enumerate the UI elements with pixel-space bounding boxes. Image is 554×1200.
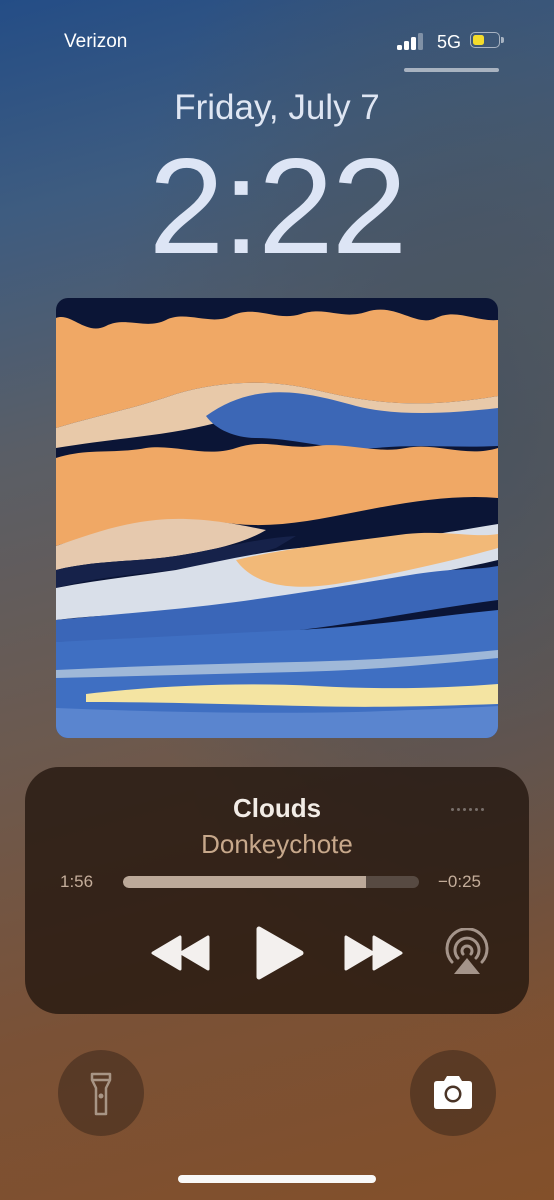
home-indicator[interactable] — [178, 1175, 376, 1183]
lock-date: Friday, July 7 — [174, 88, 380, 127]
signal-bar — [411, 37, 416, 50]
control-center-handle[interactable] — [404, 68, 499, 72]
camera-button[interactable] — [410, 1050, 496, 1136]
ellipsis-icon[interactable] — [451, 805, 487, 817]
lock-time: 2:22 — [148, 130, 408, 282]
airplay-icon[interactable] — [442, 927, 492, 978]
signal-bar — [418, 33, 423, 50]
carrier-name: Verizon — [64, 31, 128, 52]
flashlight-button[interactable] — [58, 1050, 144, 1136]
track-artist: Donkeychote — [201, 829, 353, 859]
signal-bar — [397, 45, 402, 50]
flashlight-icon — [90, 1072, 112, 1116]
signal-bar — [404, 41, 409, 50]
album-artwork[interactable] — [56, 298, 498, 738]
camera-icon — [434, 1076, 472, 1109]
battery-icon — [470, 32, 506, 50]
progress-fill — [123, 876, 366, 888]
signal-strength-icon — [397, 33, 427, 50]
network-type: 5G — [437, 32, 462, 52]
rewind-icon[interactable] — [150, 935, 212, 971]
play-icon[interactable] — [253, 925, 305, 981]
progress-scrubber[interactable] — [123, 876, 419, 888]
remaining-time: −0:25 — [438, 872, 482, 891]
fast-forward-icon[interactable] — [342, 935, 404, 971]
elapsed-time: 1:56 — [60, 872, 94, 891]
